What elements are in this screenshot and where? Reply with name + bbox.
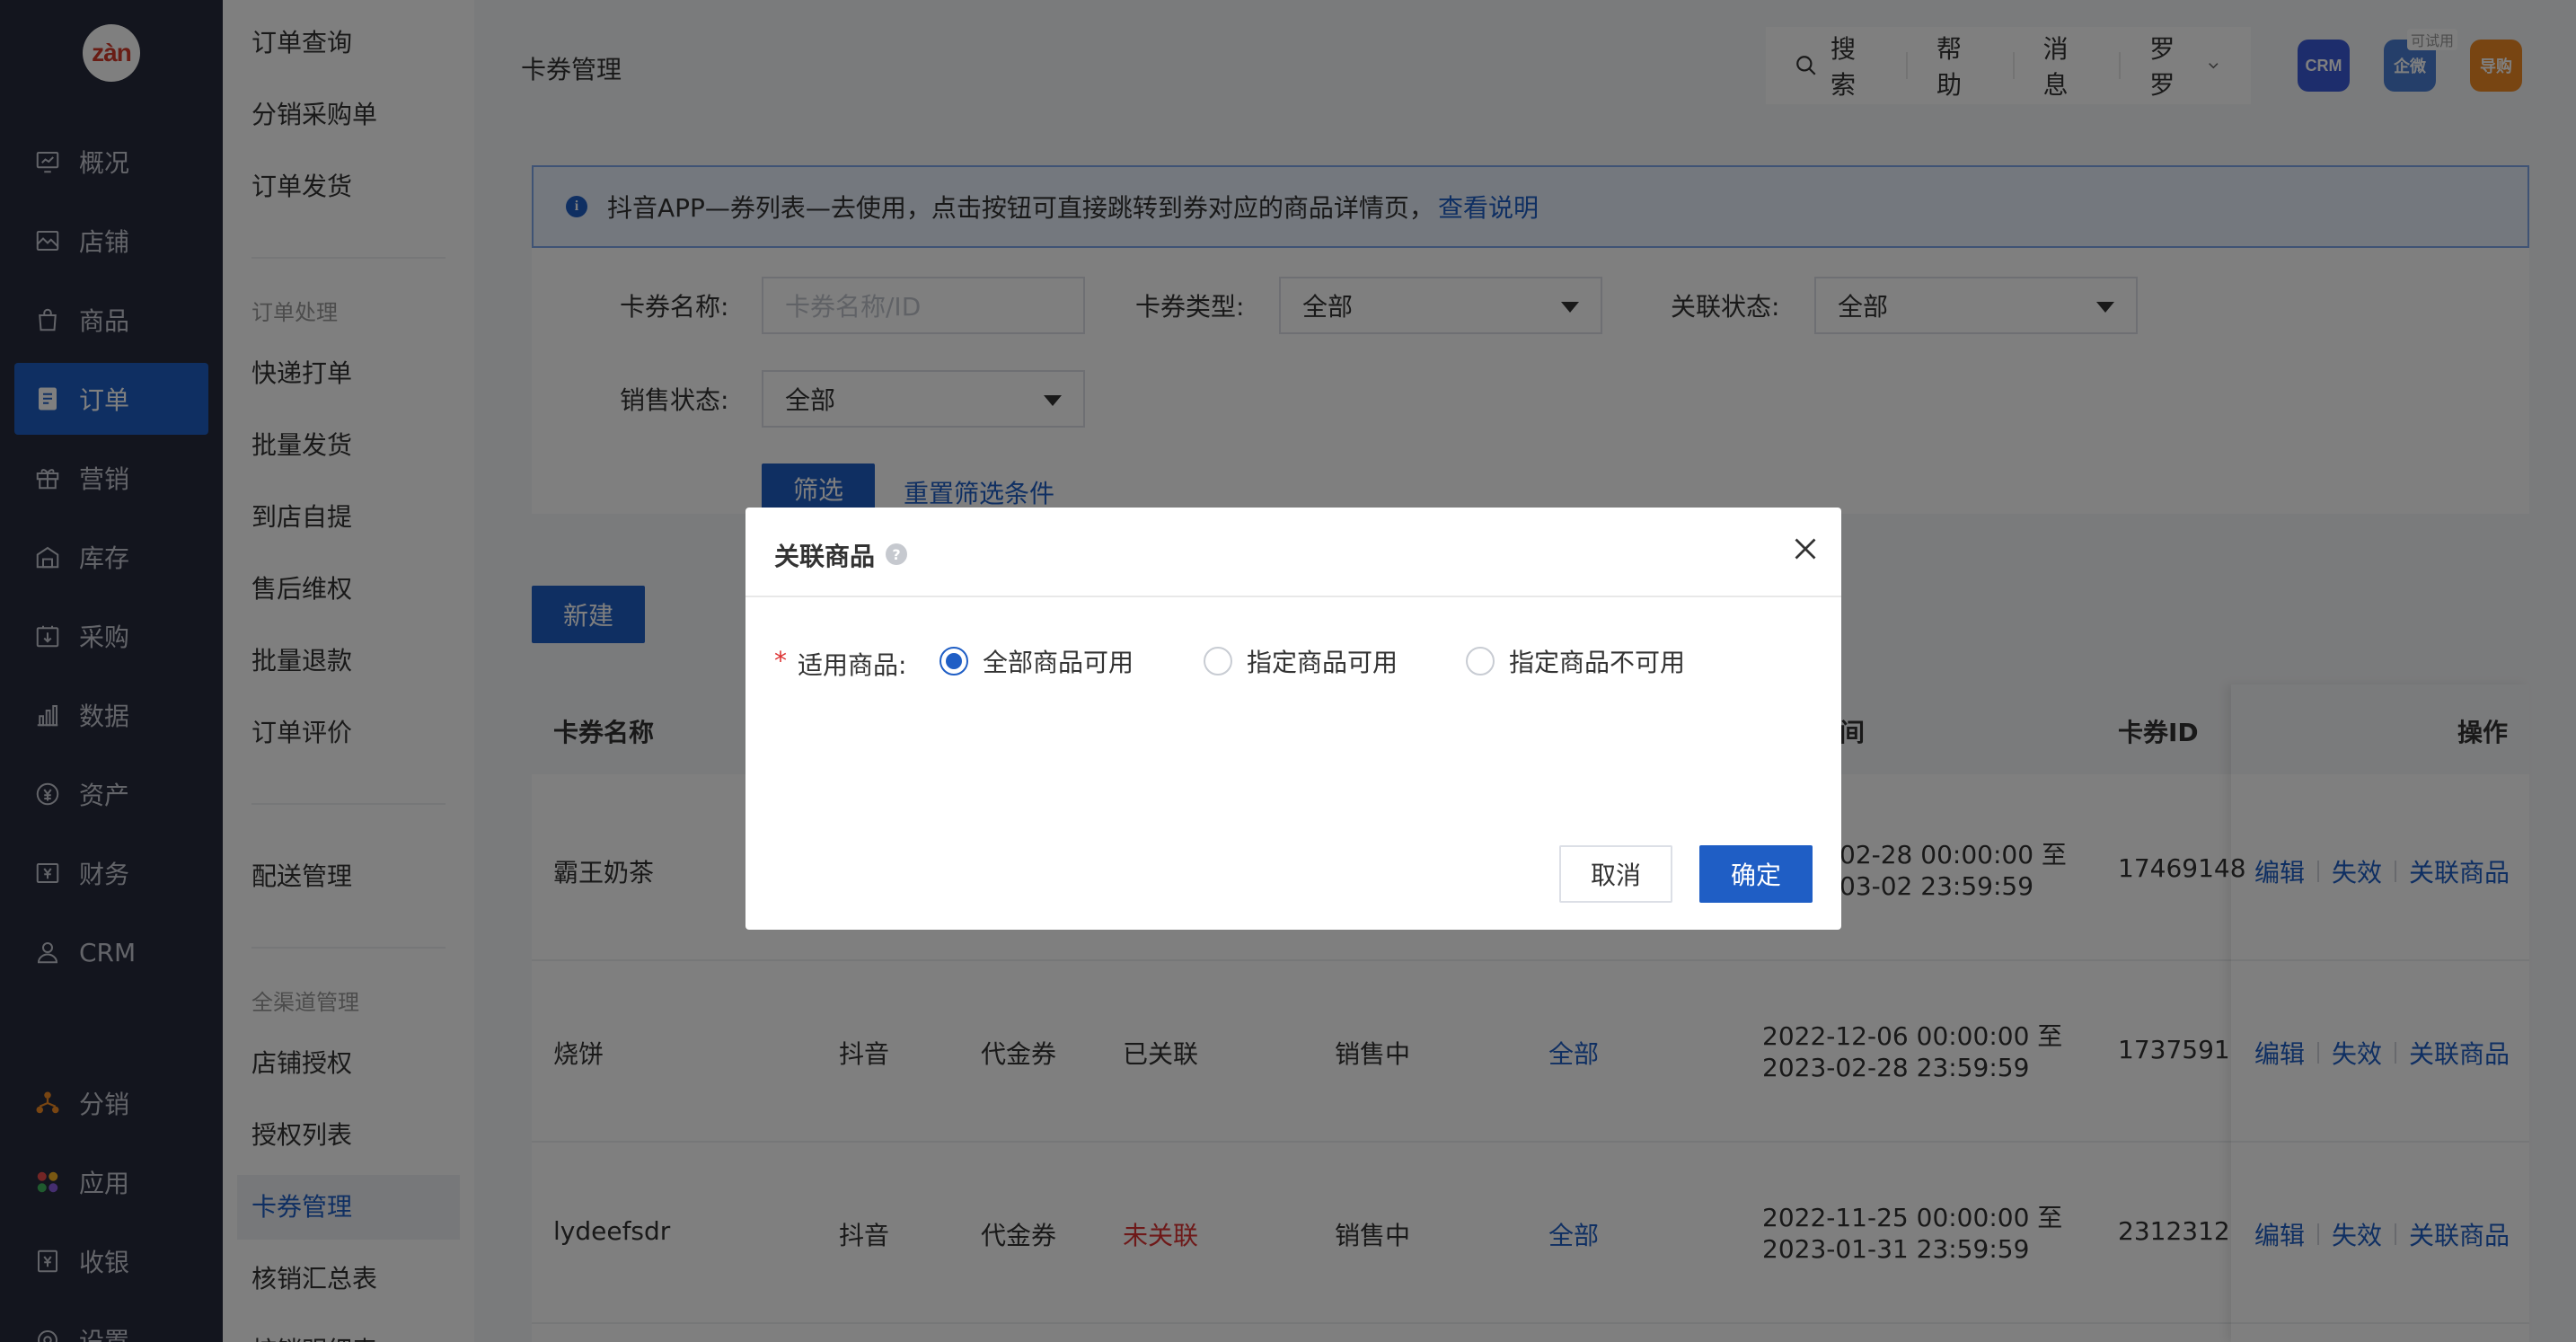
modal-title: 关联商品 (774, 542, 876, 571)
confirm-button[interactable]: 确定 (1699, 845, 1813, 903)
radio-all-goods[interactable]: 全部商品可用 (940, 643, 1134, 679)
radio-specified-goods[interactable]: 指定商品可用 (1204, 643, 1398, 679)
modal-header: 关联商品 ? (745, 508, 1841, 597)
cancel-button[interactable]: 取消 (1559, 845, 1672, 903)
radio-circle (940, 647, 968, 675)
radio-circle (1204, 647, 1232, 675)
radio-label: 指定商品可用 (1247, 648, 1398, 677)
required-mark: * (774, 646, 787, 675)
radio-label: 指定商品不可用 (1509, 648, 1686, 677)
link-goods-modal: 关联商品 ? * 适用商品: 全部商品可用 指定商品可用 指定商品不可用 取消 … (745, 508, 1841, 930)
help-icon[interactable]: ? (886, 543, 907, 565)
radio-circle (1466, 647, 1495, 675)
radio-label: 全部商品可用 (983, 648, 1134, 677)
radio-specified-excluded[interactable]: 指定商品不可用 (1466, 643, 1685, 679)
close-icon[interactable] (1789, 533, 1822, 565)
applicable-goods-label: 适用商品: (798, 650, 907, 680)
